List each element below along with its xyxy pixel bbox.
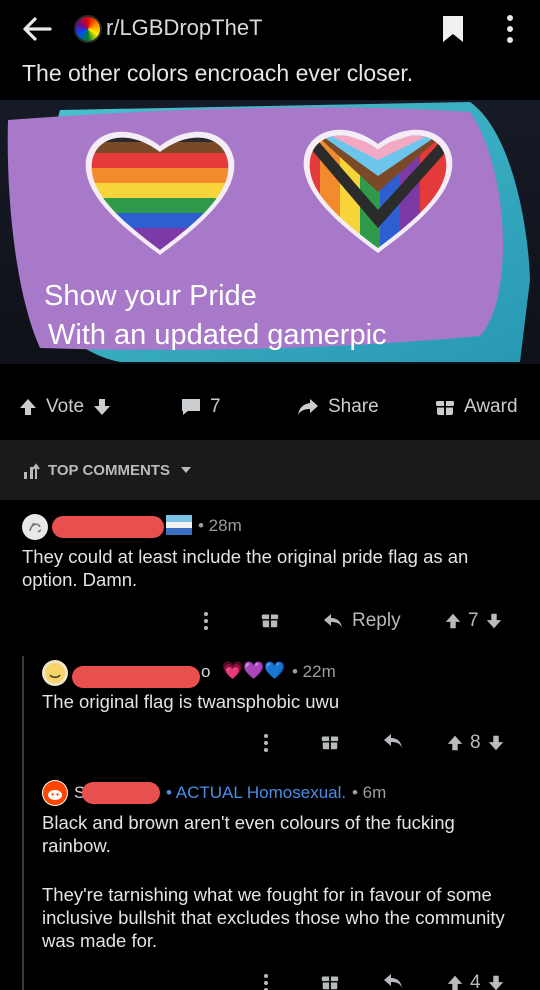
vote-control: 7 [444,610,503,632]
sort-icon [24,463,40,479]
vote-control: 8 [446,732,505,754]
flag-flair-icon [166,515,192,535]
comment-body-paragraph-1: Black and brown aren't even colours of t… [42,812,455,856]
gift-icon[interactable] [320,972,340,990]
comment: S • ACTUAL Homosexual. • 6m Black and br… [0,770,540,990]
score: 4 [470,972,481,990]
reply-button[interactable]: Reply [322,610,401,632]
vote-control: 4 [446,972,505,990]
score: 8 [470,732,481,753]
comment-time: • 28m [198,516,242,535]
avatar[interactable] [22,514,48,540]
redacted-username [72,666,200,688]
user-flair: • ACTUAL Homosexual. [166,783,347,802]
score: 7 [468,610,479,631]
subreddit-icon[interactable] [74,15,102,43]
back-arrow-icon[interactable] [20,12,54,46]
vote-label: Vote [46,396,85,417]
redacted-username [52,516,164,538]
redacted-username [82,782,160,804]
gift-icon[interactable] [320,732,340,752]
more-options-icon[interactable] [260,972,272,990]
reply-icon [324,614,342,628]
downvote-icon[interactable] [485,612,503,630]
more-options-icon[interactable] [500,12,520,46]
comment-icon [182,399,200,415]
comment-time: • 22m [292,662,336,681]
gift-icon [436,401,454,415]
downvote-icon[interactable] [487,974,505,990]
avatar-face-icon [45,663,65,683]
upvote-icon[interactable] [18,397,38,417]
bookmark-icon[interactable] [440,14,466,44]
comments-button[interactable]: 7 [180,396,221,418]
upvote-icon[interactable] [444,612,462,630]
upvote-icon[interactable] [446,734,464,752]
image-text-line1: Show your Pride [44,280,257,312]
avatar-sketch-icon [29,522,42,533]
upvote-icon[interactable] [446,974,464,990]
comment-sort-bar[interactable]: TOP COMMENTS [0,440,540,500]
vote-control: Vote [18,396,120,418]
downvote-icon[interactable] [92,397,112,417]
more-options-icon[interactable] [200,610,212,632]
post-title: The other colors encroach ever closer. [22,60,414,86]
post-actions-bar: Vote 7 Share Award [0,378,540,438]
post-image[interactable]: Show your Pride With an updated gamerpic [0,100,540,364]
comment-actions: 8 [0,728,540,758]
avatar[interactable] [42,660,68,686]
downvote-icon[interactable] [487,734,505,752]
comment-time: • 6m [352,783,387,802]
share-button[interactable]: Share [296,396,379,418]
username-fragment: o [201,662,211,681]
award-label: Award [464,396,518,417]
reply-label: Reply [352,610,401,631]
reply-icon[interactable] [382,732,404,750]
emoji-flair: 💗💜💙 [222,661,286,680]
subreddit-name[interactable]: r/LGBDropTheT [106,15,263,41]
image-text-line2: With an updated gamerpic [48,319,387,351]
avatar[interactable] [42,780,68,806]
gift-icon[interactable] [260,610,280,630]
more-options-icon[interactable] [260,732,272,754]
comment-body: The original flag is twansphobic uwu [42,691,340,712]
sort-label: TOP COMMENTS [48,462,170,479]
share-label: Share [328,396,379,417]
reddit-snoo-icon [43,781,67,805]
chevron-down-icon [181,467,191,473]
comment-actions: Reply 7 [0,606,540,636]
share-icon [298,399,318,415]
award-button[interactable]: Award [434,396,518,418]
comment-body-paragraph-2: They're tarnishing what we fought for in… [42,884,505,951]
reply-icon[interactable] [382,972,404,990]
pride-gamerpic-image: Show your Pride With an updated gamerpic [7,102,530,362]
comment: • 28m They could at least include the or… [0,500,540,646]
comment: o 💗💜💙 • 22m The original flag is twansph… [0,650,540,770]
top-bar: r/LGBDropTheT [0,0,540,58]
comment-count: 7 [210,396,221,417]
comment-body: They could at least include the original… [22,546,469,590]
comment-actions: 4 [0,968,540,990]
